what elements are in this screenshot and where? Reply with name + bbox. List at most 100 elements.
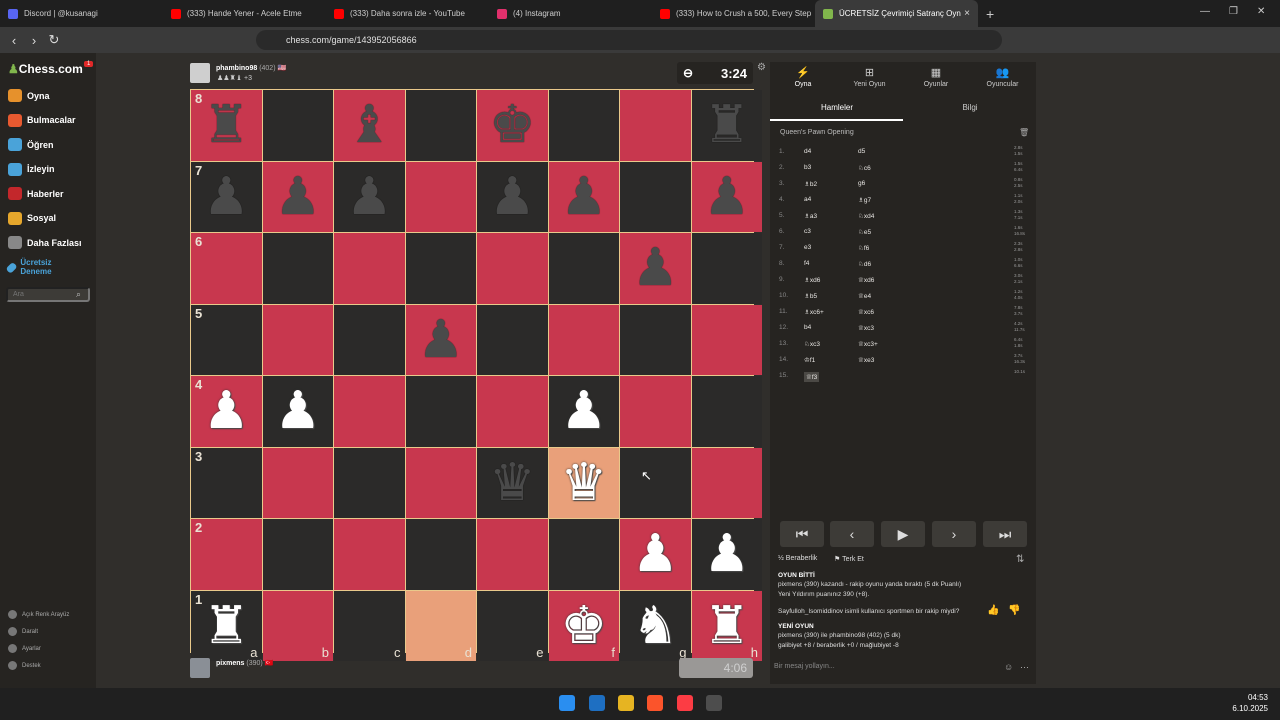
white-move[interactable]: c3	[804, 228, 811, 235]
square-c6[interactable]	[334, 233, 405, 304]
square-b8[interactable]	[262, 90, 333, 161]
sidebar-item-0[interactable]: Oyna	[8, 89, 50, 102]
square-d3[interactable]	[405, 447, 476, 518]
black-pawn-icon[interactable]: ♟	[274, 171, 321, 223]
square-a2[interactable]: 2	[191, 519, 262, 590]
browser-tab[interactable]: ÜCRETSİZ Çevrimiçi Satranç Oyn ×	[815, 0, 978, 27]
square-f5[interactable]	[548, 304, 619, 375]
square-f6[interactable]	[548, 233, 619, 304]
square-b7[interactable]: ♟	[262, 161, 333, 232]
square-f7[interactable]: ♟	[548, 161, 619, 232]
white-rook-icon[interactable]: ♜	[703, 600, 750, 652]
browser-tab[interactable]: (4) Instagram	[489, 0, 652, 27]
black-move[interactable]: ♘e5	[858, 228, 871, 236]
square-a8[interactable]: 8 ♜	[191, 90, 262, 161]
black-rook-icon[interactable]: ♜	[203, 99, 250, 151]
url-field[interactable]: chess.com/game/143952056866	[256, 30, 1002, 50]
close-window-icon[interactable]: ✕	[1257, 6, 1265, 17]
black-move[interactable]: ♘d6	[858, 260, 871, 268]
sidebar-item-4[interactable]: Haberler	[8, 187, 64, 200]
square-b4[interactable]: ♟	[262, 376, 333, 447]
square-e7[interactable]: ♟	[477, 161, 548, 232]
system-clock[interactable]: 04:53 6.10.2025	[1232, 692, 1268, 714]
panel-tab-0[interactable]: ⚡ Oyna	[770, 66, 836, 88]
square-b2[interactable]	[262, 519, 333, 590]
white-move[interactable]: f4	[804, 260, 809, 267]
sidebar-item-1[interactable]: Bulmacalar	[8, 113, 76, 127]
black-move[interactable]: ♕xc3	[858, 324, 874, 332]
square-h5[interactable]	[691, 304, 762, 375]
square-e4[interactable]	[477, 376, 548, 447]
flip-board-icon[interactable]: ⇅	[1016, 554, 1024, 565]
windows-start-icon[interactable]	[559, 695, 575, 711]
square-a4[interactable]: 4 ♟	[191, 376, 262, 447]
chess-logo[interactable]: ♟Chess.com	[8, 62, 83, 76]
black-move[interactable]: ♕xd6	[858, 276, 874, 284]
black-pawn-icon[interactable]: ♟	[417, 314, 464, 366]
square-g4[interactable]	[620, 376, 691, 447]
file-explorer-icon[interactable]	[618, 695, 634, 711]
square-g1[interactable]: g ♞	[620, 590, 691, 661]
draw-button[interactable]: ½ Beraberlik	[778, 555, 817, 562]
resign-button[interactable]: ⚑ Terk Et	[834, 555, 864, 563]
square-h4[interactable]	[691, 376, 762, 447]
app-icon[interactable]	[706, 695, 722, 711]
black-move[interactable]: ♕xc6	[858, 308, 874, 316]
square-c3[interactable]	[334, 447, 405, 518]
reload-icon[interactable]: ↻	[44, 32, 64, 48]
square-a5[interactable]: 5	[191, 304, 262, 375]
black-move[interactable]: ♗g7	[858, 196, 871, 204]
chess-board[interactable]: 8 ♜ ♝ ♚ ♜ 7 ♟ ♟ ♟ ♟ ♟ ♟ 6 ♟ 5 ♟ 4 ♟ ♟ ♟ 3 ♛ ♛ 2 ♟ ♟ 1 a ♜ b c d e f ♚ g ♞ h ♜	[190, 89, 762, 661]
chat-message-input[interactable]: Bir mesaj yollayın...	[774, 663, 835, 670]
white-pawn-icon[interactable]: ♟	[274, 385, 321, 437]
white-pawn-icon[interactable]: ♟	[632, 528, 679, 580]
black-move[interactable]: ♘xd4	[858, 212, 874, 220]
sidebar-item-5[interactable]: Sosyal	[8, 211, 56, 225]
black-move[interactable]: g6	[858, 180, 865, 187]
square-c1[interactable]: c	[334, 590, 405, 661]
bottom-player-avatar[interactable]	[190, 658, 210, 678]
next-move-button[interactable]: ›	[932, 521, 976, 547]
square-a3[interactable]: 3	[191, 447, 262, 518]
square-b3[interactable]	[262, 447, 333, 518]
new-tab-button[interactable]: +	[986, 6, 994, 22]
sidebar-bottom-item[interactable]: Açık Renk Arayüz	[8, 610, 69, 619]
black-pawn-icon[interactable]: ♟	[560, 171, 607, 223]
square-e3[interactable]: ♛	[477, 447, 548, 518]
emoji-icon[interactable]: ☺	[1004, 662, 1013, 672]
last-move-button[interactable]: ⏭	[983, 521, 1027, 547]
browser-tab[interactable]: (333) Hande Yener - Acele Etme	[163, 0, 326, 27]
black-move[interactable]: ♘c6	[858, 164, 871, 172]
square-h8[interactable]: ♜	[691, 90, 762, 161]
square-f1[interactable]: f ♚	[548, 590, 619, 661]
free-trial-link[interactable]: Ücretsiz Deneme	[5, 258, 68, 277]
browser-tab[interactable]: (333) Daha sonra izle - YouTube	[326, 0, 489, 27]
tab-moves[interactable]: Hamleler	[770, 103, 904, 112]
sidebar-item-2[interactable]: Öğren	[8, 138, 54, 151]
white-move[interactable]: d4	[804, 148, 811, 155]
trash-icon[interactable]: 🗑	[1019, 128, 1029, 137]
top-player-name[interactable]: phambino98 (402) 🇺🇸	[216, 64, 286, 72]
square-d6[interactable]	[405, 233, 476, 304]
white-move[interactable]: b3	[804, 164, 811, 171]
minimize-icon[interactable]: —	[1200, 6, 1210, 17]
square-h7[interactable]: ♟	[691, 161, 762, 232]
thumbs-up-icon[interactable]: 👍	[987, 605, 999, 616]
brave-browser-icon[interactable]	[647, 695, 663, 711]
black-king-icon[interactable]: ♚	[489, 99, 536, 151]
sidebar-bottom-item[interactable]: Ayarlar	[8, 644, 41, 653]
maximize-icon[interactable]: ❐	[1229, 6, 1238, 17]
white-rook-icon[interactable]: ♜	[203, 600, 250, 652]
square-g7[interactable]	[620, 161, 691, 232]
square-c5[interactable]	[334, 304, 405, 375]
browser-tab[interactable]: Discord | @kusanagi	[0, 0, 163, 27]
square-g2[interactable]: ♟	[620, 519, 691, 590]
white-move[interactable]: ♗xc6+	[804, 308, 824, 316]
more-options-icon[interactable]: ⋯	[1020, 662, 1029, 673]
square-g5[interactable]	[620, 304, 691, 375]
square-d5[interactable]: ♟	[405, 304, 476, 375]
black-pawn-icon[interactable]: ♟	[703, 171, 750, 223]
white-pawn-icon[interactable]: ♟	[560, 385, 607, 437]
black-bishop-icon[interactable]: ♝	[346, 99, 393, 151]
square-b5[interactable]	[262, 304, 333, 375]
